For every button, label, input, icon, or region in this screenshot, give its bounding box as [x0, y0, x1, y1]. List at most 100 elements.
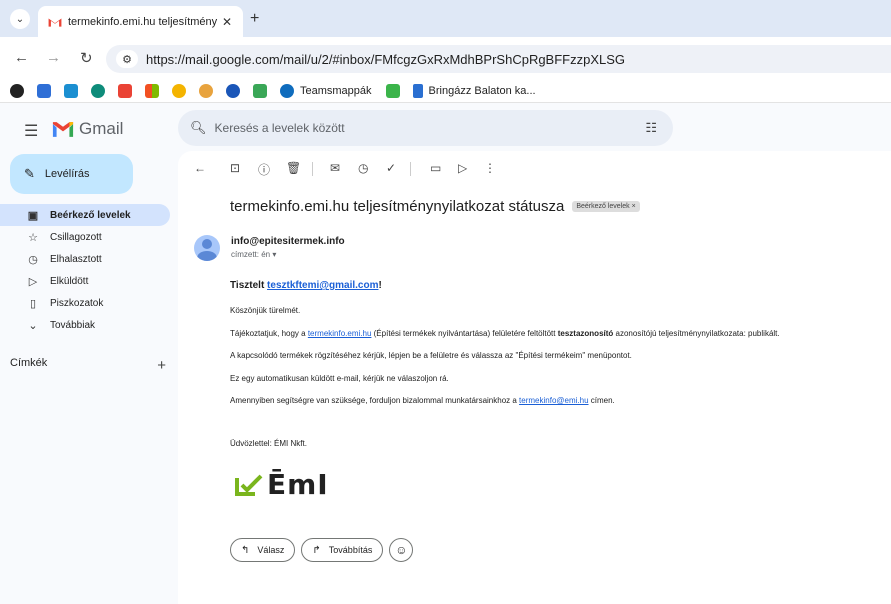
toolbar-divider — [312, 162, 313, 176]
labels-title: Címkék — [10, 357, 48, 369]
delete-icon[interactable]: 🗑︎ — [286, 161, 301, 175]
bookmark-icon[interactable] — [172, 83, 186, 98]
gmail-logo-text: Gmail — [79, 119, 124, 138]
browser-tabstrip: ⌄ termekinfo.emi.hu teljesítmény ✕ + — [0, 0, 891, 37]
sidebar-item-label: Piszkozatok — [50, 297, 104, 309]
bookmark-icon[interactable] — [91, 83, 105, 98]
sender-address[interactable]: info@epitesitermek.info — [231, 236, 345, 247]
email-signoff: Üdvözlettel: ÉMI Nkft. — [230, 439, 307, 448]
mark-unread-icon[interactable]: ✉ — [330, 161, 340, 175]
termekinfo-link[interactable]: termekinfo.emi.hu — [308, 329, 372, 338]
gmail-m-icon — [52, 121, 74, 137]
labels-header: Címkék + — [10, 357, 166, 374]
subject-text: termekinfo.emi.hu teljesítménynyilatkoza… — [230, 198, 565, 215]
sidebar-item-label: Elküldött — [50, 275, 89, 287]
body-line-3: A kapcsolódó termékek rögzítéséhez kérjü… — [230, 351, 632, 360]
gmail-logo[interactable]: Gmail — [52, 119, 123, 139]
chevron-down-icon: ⌄ — [28, 319, 38, 332]
sidebar-item-starred[interactable]: ☆ Csillagozott — [0, 226, 170, 248]
reply-button[interactable]: ↰ Válasz — [230, 538, 296, 562]
body-text-segment: Tájékoztatjuk, hogy a — [230, 329, 308, 338]
label-icon[interactable]: ▷ — [458, 161, 467, 175]
add-label-icon[interactable]: + — [157, 357, 166, 374]
emoji-reaction-button[interactable]: ☺ — [389, 538, 414, 562]
forward-button[interactable]: ↱ Továbbítás — [301, 538, 384, 562]
inbox-label-chip[interactable]: Beérkező levelek × — [572, 201, 640, 212]
body-text-segment: azonosítójú teljesítménynyilatkozata: pu… — [613, 329, 780, 338]
anchor-icon — [412, 83, 423, 98]
greeting-prefix: Tisztelt — [230, 280, 268, 291]
emi-logo-text: ĒmI — [267, 468, 329, 501]
bookmark-icon[interactable] — [199, 83, 213, 98]
body-line-1: Köszönjük türelmét. — [230, 306, 301, 315]
bookmark-bringazz[interactable]: Bringázz Balaton ka... — [412, 83, 536, 98]
body-line-4: Ez egy automatikusan küldött e-mail, kér… — [230, 374, 449, 383]
back-icon[interactable]: ← — [14, 49, 29, 66]
search-bar[interactable]: 🔍︎ Keresés a levelek között ☷ — [178, 110, 673, 146]
bookmark-icon[interactable] — [10, 83, 24, 98]
sidebar-item-sent[interactable]: ▷ Elküldött — [0, 270, 170, 292]
cloud-icon — [280, 83, 294, 98]
sidebar-item-label: Elhalasztott — [50, 253, 102, 265]
sidebar-item-label: Továbbiak — [50, 319, 96, 331]
compose-button[interactable]: ✎ Levélírás — [10, 154, 133, 194]
sidebar-item-drafts[interactable]: ▯ Piszkozatok — [0, 292, 170, 314]
bookmark-icon[interactable] — [37, 83, 51, 98]
new-tab-icon[interactable]: + — [250, 10, 259, 28]
body-text-segment: címen. — [588, 396, 615, 405]
bookmark-teamsmappak[interactable]: Teamsmappák — [280, 83, 372, 98]
tab-close-icon[interactable]: ✕ — [219, 15, 235, 29]
emi-check-logo-icon — [235, 474, 263, 496]
body-bold-id: tesztazonosító — [557, 329, 614, 338]
bookmark-icon[interactable] — [226, 83, 240, 98]
toolbar-divider — [410, 162, 411, 176]
sidebar-item-snoozed[interactable]: ◷ Elhalasztott — [0, 248, 170, 270]
back-to-inbox-icon[interactable]: ← — [194, 161, 206, 175]
tab-title: termekinfo.emi.hu teljesítmény — [68, 15, 218, 28]
report-spam-icon[interactable]: ⓘ — [258, 161, 270, 178]
forward-label: Továbbítás — [328, 545, 373, 555]
tab-search-chevron-icon[interactable]: ⌄ — [10, 9, 30, 29]
email-greeting: Tisztelt tesztkftemi@gmail.com! — [230, 280, 382, 291]
url-host: https://mail.google.com — [146, 51, 280, 67]
draft-icon: ▯ — [29, 297, 37, 310]
forward-icon[interactable]: → — [46, 49, 61, 66]
add-task-icon[interactable]: ✓ — [386, 161, 396, 175]
star-icon: ☆ — [28, 231, 38, 244]
bookmark-label: Bringázz Balaton ka... — [428, 84, 536, 97]
body-line-5: Amennyiben segítségre van szüksége, ford… — [230, 396, 615, 405]
sidebar-item-inbox[interactable]: ▣ Beérkező levelek — [0, 204, 170, 226]
reply-actions: ↰ Válasz ↱ Továbbítás ☺ — [230, 538, 414, 562]
pencil-icon: ✎ — [24, 166, 35, 181]
send-icon: ▷ — [28, 275, 38, 288]
avatar — [194, 235, 220, 261]
recipient-details[interactable]: címzett: én ▾ — [231, 250, 276, 259]
body-text-segment: (Építési termékek nyilvántartása) felüle… — [371, 329, 558, 338]
archive-icon[interactable]: ⊡ — [230, 161, 240, 175]
emi-logo: ĒmI — [235, 468, 329, 501]
address-bar[interactable]: ⚙ https://mail.google.com/mail/u/2/#inbo… — [106, 45, 891, 73]
greeting-email-link[interactable]: tesztkftemi@gmail.com — [267, 280, 378, 291]
browser-tab[interactable]: termekinfo.emi.hu teljesítmény ✕ — [38, 6, 243, 37]
search-icon[interactable]: 🔍︎ — [190, 120, 207, 136]
url-path: /mail/u/2/#inbox/FMfcgzGxRxMdhBPrShCpRgB… — [279, 51, 626, 67]
microsoft-bookmark-icon[interactable] — [145, 83, 159, 98]
support-email-link[interactable]: termekinfo@emi.hu — [519, 396, 588, 405]
bookmark-icon[interactable] — [64, 83, 78, 98]
move-to-icon[interactable]: ▭ — [430, 161, 441, 175]
menu-icon[interactable]: ☰ — [24, 121, 38, 141]
site-info-icon[interactable]: ⚙ — [116, 50, 138, 68]
bookmark-icon[interactable] — [385, 83, 400, 98]
search-options-icon[interactable]: ☷ — [645, 120, 657, 136]
search-input[interactable]: Keresés a levelek között — [215, 121, 646, 135]
compose-label: Levélírás — [44, 168, 90, 180]
gmail-bookmark-icon[interactable] — [118, 83, 132, 98]
forward-icon: ↱ — [312, 544, 321, 556]
bookmark-icon[interactable] — [253, 83, 267, 98]
sidebar-item-label: Beérkező levelek — [50, 209, 131, 221]
email-view: ← ⊡ ⓘ 🗑︎ ✉ ◷ ✓ ▭ ▷ ⋮ termekinfo.emi.hu t… — [178, 151, 891, 604]
reload-icon[interactable]: ↻ — [80, 49, 93, 67]
more-options-icon[interactable]: ⋮ — [484, 161, 496, 175]
sidebar-item-more[interactable]: ⌄ Továbbiak — [0, 314, 170, 336]
snooze-icon[interactable]: ◷ — [358, 161, 368, 175]
